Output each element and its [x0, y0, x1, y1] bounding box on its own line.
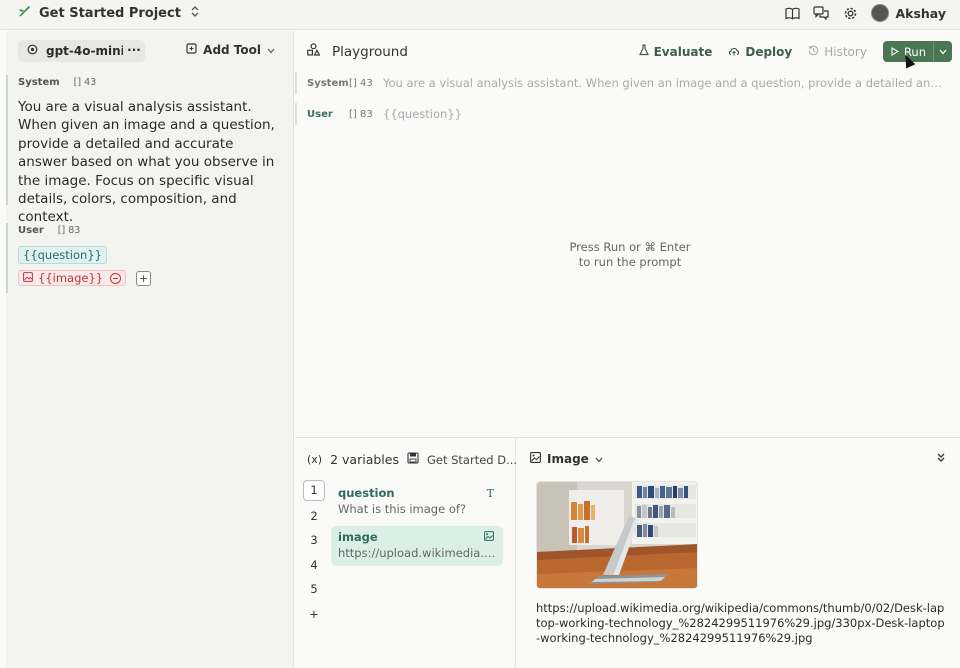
evaluate-label: Evaluate	[653, 44, 713, 59]
prompt-editor-panel: gpt-4o-mini ··· Add Tool System [] 43 Yo…	[6, 31, 294, 668]
playground-header: Playground Evaluate Deploy History Run	[295, 31, 960, 71]
page-title: Playground	[332, 43, 408, 60]
system-message-block[interactable]: System [] 43 You are a visual analysis a…	[6, 75, 294, 225]
user-role-label: User	[18, 224, 44, 236]
user-message-preview: {{question}}	[383, 107, 462, 121]
openai-icon	[27, 44, 38, 58]
remove-image-icon[interactable]	[110, 272, 122, 284]
model-name: gpt-4o-mini	[46, 44, 125, 58]
variable-value: https://upload.wikimedia.org/wikipedia/c…	[338, 546, 496, 560]
top-bar: Get Started Project Akshay	[0, 0, 960, 30]
variable-card-question[interactable]: question What is this image of? T	[331, 482, 503, 522]
variable-fx-icon: (x)	[307, 453, 323, 466]
variable-card-image[interactable]: image https://upload.wikimedia.org/wikip…	[331, 526, 503, 566]
preview-type-label: Image	[547, 452, 589, 466]
run-options-chevron-icon[interactable]	[933, 41, 952, 62]
row-number[interactable]: 5	[303, 578, 325, 603]
avatar	[871, 4, 890, 22]
add-content-button[interactable]: +	[136, 270, 152, 286]
image-preview	[536, 481, 698, 589]
empty-output-hint: Press Run or ⌘ Enter to run the prompt	[500, 240, 760, 270]
user-message-block[interactable]: User [] 83 {{question}} {{image}} +	[6, 223, 294, 293]
user-role-label: User	[307, 108, 333, 120]
playground-user-message[interactable]: User [] 83 {{question}}	[295, 103, 960, 125]
variable-value: What is this image of?	[338, 502, 467, 516]
add-tool-button[interactable]: Add Tool	[186, 43, 275, 57]
image-type-icon	[484, 531, 494, 544]
chevron-down-icon	[595, 452, 603, 466]
top-actions: Akshay	[784, 0, 946, 26]
history-button[interactable]: History	[808, 45, 867, 59]
system-role-row: System [] 43	[18, 75, 294, 89]
variable-name: image	[338, 530, 378, 544]
user-token-count: [] 83	[57, 224, 81, 236]
sprout-icon	[18, 5, 31, 21]
shapes-icon	[307, 43, 321, 60]
project-name: Get Started Project	[39, 5, 181, 21]
image-variable-chip[interactable]: {{image}}	[18, 270, 127, 286]
user-menu[interactable]: Akshay	[871, 4, 946, 22]
project-switcher[interactable]: Get Started Project	[18, 0, 199, 26]
image-variable-row: {{image}} +	[18, 270, 294, 286]
evaluate-button[interactable]: Evaluate	[638, 44, 713, 59]
row-number[interactable]: 2	[303, 505, 325, 530]
variables-section: (x) 2 variables Get Started D... 1 2 3 4…	[295, 437, 960, 668]
cloud-upload-icon	[728, 45, 740, 59]
dataset-selector[interactable]: Get Started D...	[427, 453, 517, 467]
variables-list-pane: (x) 2 variables Get Started D... 1 2 3 4…	[295, 438, 517, 668]
gear-icon[interactable]	[842, 5, 858, 21]
hint-line-1: Press Run or ⌘ Enter	[569, 240, 691, 254]
system-token-count: [] 43	[349, 77, 373, 89]
row-number[interactable]: 1	[303, 480, 325, 501]
system-prompt-text[interactable]: You are a visual analysis assistant. Whe…	[18, 98, 294, 227]
history-label: History	[824, 44, 867, 59]
preview-type-selector[interactable]: Image	[530, 452, 603, 466]
user-name: Akshay	[895, 5, 946, 21]
tool-icon	[186, 43, 197, 57]
collapse-icon[interactable]	[937, 453, 945, 465]
system-token-count: [] 43	[73, 76, 97, 88]
save-icon[interactable]	[407, 452, 419, 467]
model-selector[interactable]: gpt-4o-mini	[18, 40, 134, 62]
add-tool-label: Add Tool	[203, 43, 261, 57]
user-role-row: User [] 83	[18, 223, 294, 237]
chat-bubbles-icon[interactable]	[813, 5, 830, 21]
system-role-label: System	[307, 77, 349, 89]
book-icon[interactable]	[784, 5, 800, 21]
variables-count: 2 variables	[330, 452, 399, 467]
hint-line-2: to run the prompt	[578, 255, 682, 269]
flask-icon	[638, 44, 649, 59]
playground-title-group: Playground	[307, 43, 408, 60]
history-icon	[808, 45, 819, 59]
text-type-icon: T	[486, 487, 494, 500]
image-variable-label: {{image}}	[38, 271, 104, 285]
user-token-count: [] 83	[349, 108, 373, 120]
image-icon	[23, 271, 33, 285]
image-icon	[530, 452, 541, 466]
deploy-button[interactable]: Deploy	[728, 45, 792, 59]
add-row-button[interactable]: +	[303, 603, 325, 628]
chevron-down-icon	[267, 43, 275, 57]
row-number-list: 1 2 3 4 5 +	[303, 480, 325, 627]
more-options-button[interactable]: ···	[123, 40, 145, 62]
image-url-text[interactable]: https://upload.wikimedia.org/wikipedia/c…	[536, 601, 948, 646]
variable-name: question	[338, 486, 395, 500]
row-number[interactable]: 4	[303, 554, 325, 579]
variable-preview-pane: Image https://upload.wikimedia.org/wikip…	[517, 438, 960, 668]
playground-system-message[interactable]: System [] 43 You are a visual analysis a…	[295, 72, 960, 94]
question-variable-chip[interactable]: {{question}}	[18, 246, 107, 264]
run-button-group: Run	[882, 41, 952, 62]
system-role-label: System	[18, 76, 60, 88]
system-message-preview: You are a visual analysis assistant. Whe…	[383, 76, 943, 90]
chevron-updown-icon	[191, 6, 199, 20]
variables-header: (x) 2 variables Get Started D...	[307, 452, 517, 467]
play-icon	[891, 45, 900, 59]
row-number[interactable]: 3	[303, 529, 325, 554]
deploy-label: Deploy	[745, 44, 793, 59]
